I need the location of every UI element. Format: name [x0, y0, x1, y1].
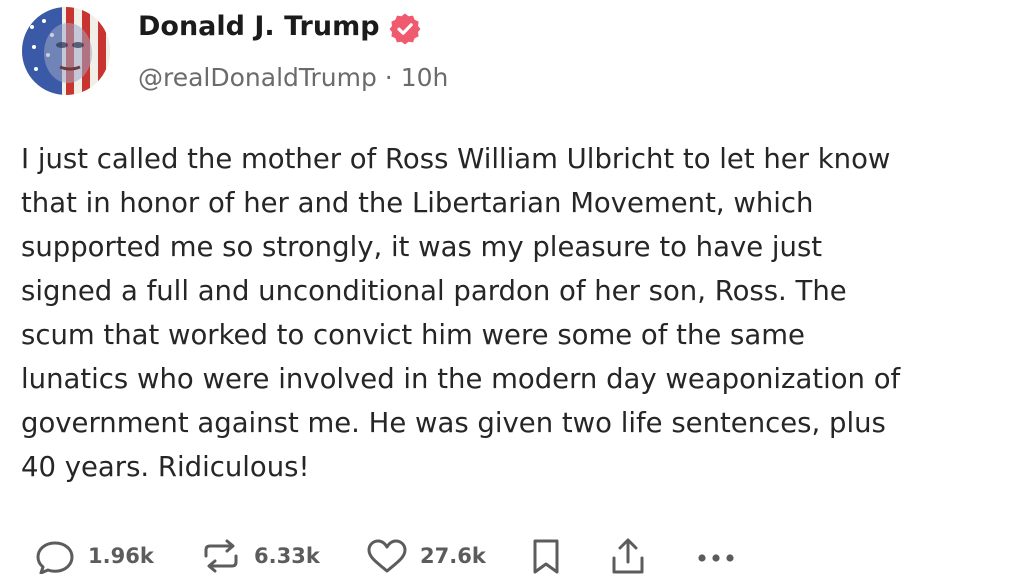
meta-separator: ·: [384, 63, 393, 92]
repost-icon: [198, 538, 244, 574]
share-icon: [608, 538, 648, 574]
more-options-button[interactable]: [692, 538, 742, 574]
post-meta: @realDonaldTrump · 10h: [138, 62, 448, 94]
post-text-line: government against me. He was given two …: [21, 407, 886, 439]
like-button[interactable]: 27.6k: [364, 538, 486, 574]
post-text-line: I just called the mother of Ross William…: [21, 143, 891, 175]
verified-badge-icon: [388, 12, 422, 46]
post-timestamp[interactable]: 10h: [401, 63, 449, 92]
repost-count: 6.33k: [254, 544, 320, 568]
post-text-line: 40 years. Ridiculous!: [21, 451, 310, 483]
post-text-line: lunatics who were involved in the modern…: [21, 363, 901, 395]
author-name[interactable]: Donald J. Trump: [138, 10, 380, 44]
share-button[interactable]: [608, 538, 648, 574]
avatar-image: [22, 7, 110, 95]
post-text-line: scum that worked to convict him were som…: [21, 319, 805, 351]
reply-button[interactable]: 1.96k: [32, 538, 154, 574]
comment-bubble-icon: [32, 538, 78, 574]
post-text-line: signed a full and unconditional pardon o…: [21, 275, 847, 307]
post-body: I just called the mother of Ross William…: [21, 137, 1011, 489]
heart-icon: [364, 538, 410, 574]
more-dots-icon: [692, 538, 742, 574]
reply-count: 1.96k: [88, 544, 154, 568]
avatar[interactable]: [22, 7, 110, 95]
post-text-line: that in honor of her and the Libertarian…: [21, 187, 814, 219]
post-text-line: supported me so strongly, it was my plea…: [21, 231, 823, 263]
repost-button[interactable]: 6.33k: [198, 538, 320, 574]
like-count: 27.6k: [420, 544, 486, 568]
bookmark-button[interactable]: [526, 538, 566, 574]
bookmark-icon: [526, 538, 566, 574]
post-action-bar: 1.96k 6.33k 27.6k: [0, 532, 1024, 576]
author-handle[interactable]: @realDonaldTrump: [138, 63, 377, 92]
